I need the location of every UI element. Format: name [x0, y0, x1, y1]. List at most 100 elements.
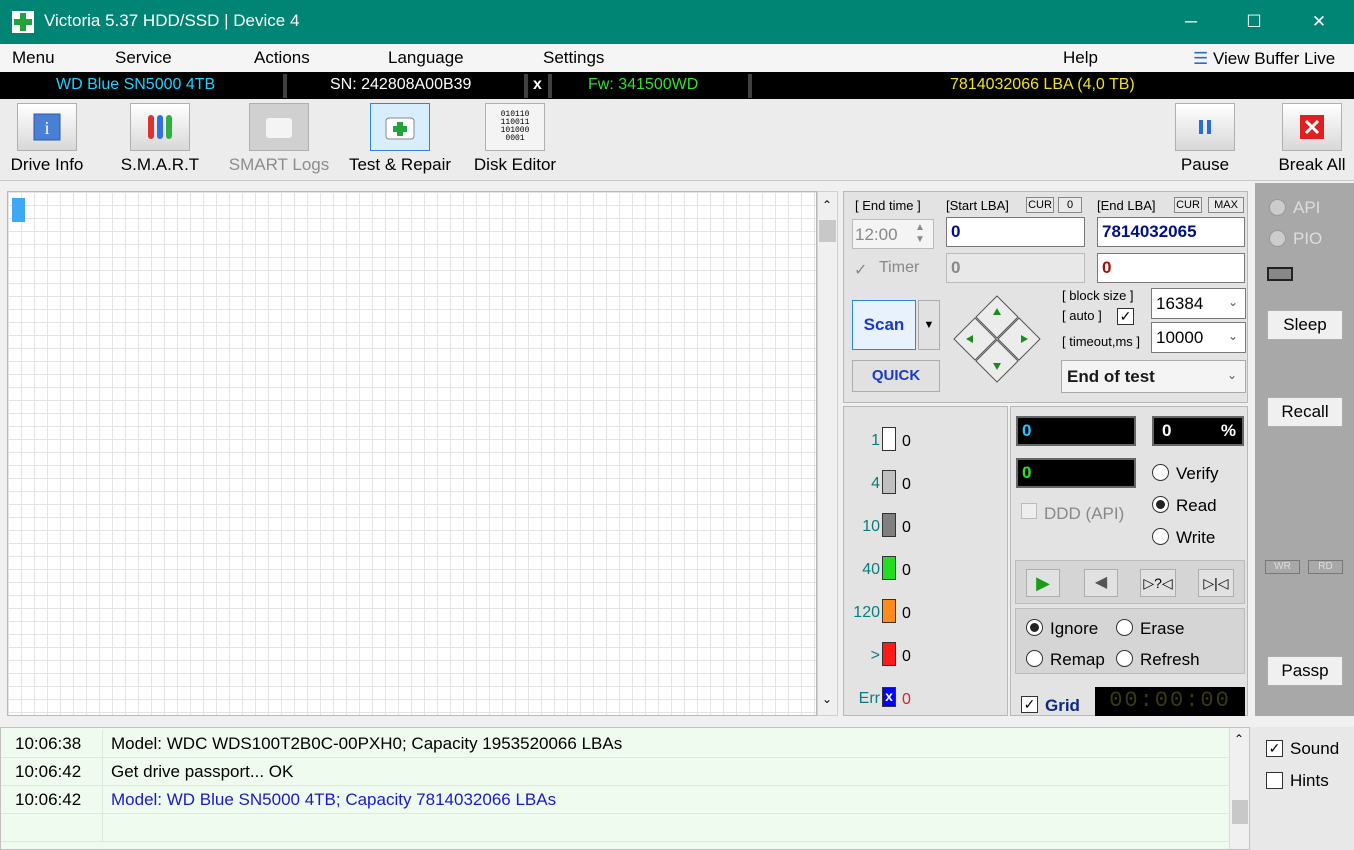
legend-panel: 1 0 4 0 10 0 40 0 120 0 >0 Err x 0: [843, 406, 1008, 716]
start-lba-input[interactable]: 0: [946, 217, 1085, 247]
end-of-test-select[interactable]: End of test ⌄: [1061, 360, 1246, 393]
smart-logs-label: SMART Logs: [228, 155, 330, 174]
lba-counter: 0: [1016, 416, 1136, 446]
pause-button[interactable]: Pause: [1172, 103, 1238, 179]
remap-radio[interactable]: [1026, 650, 1043, 672]
end-max-button[interactable]: MAX: [1208, 197, 1244, 213]
log-scrollbar[interactable]: ⌃: [1229, 728, 1249, 849]
play-button[interactable]: ▶: [1026, 569, 1060, 597]
radio-icon: [1152, 464, 1169, 481]
close-button[interactable]: ✕: [1296, 0, 1342, 44]
binary-icon: 010110 110011 101000 0001: [485, 103, 545, 151]
view-buffer-label: View Buffer Live: [1212, 49, 1336, 68]
timeout-select[interactable]: 10000 ⌄: [1151, 322, 1246, 353]
scan-button[interactable]: Scan: [852, 300, 916, 350]
spin-up-icon[interactable]: ▲: [915, 222, 925, 233]
butterfly-button[interactable]: ▷?◁: [1140, 569, 1176, 597]
percent-value: 0: [1162, 421, 1172, 440]
timer-checkbox[interactable]: ✓: [854, 260, 867, 280]
passp-button[interactable]: Passp: [1267, 656, 1343, 686]
timeout-value: 10000: [1156, 328, 1204, 347]
log-panel: 10:06:38 Model: WDC WDS100T2B0C-00PXH0; C…: [0, 727, 1250, 850]
log-time: 10:06:42: [15, 762, 82, 781]
log-time: 10:06:38: [15, 734, 82, 753]
disk-editor-label: Disk Editor: [473, 155, 557, 174]
radio-icon: [1116, 650, 1133, 667]
scroll-down-icon[interactable]: ⌄: [822, 692, 832, 706]
refresh-radio[interactable]: [1116, 650, 1133, 672]
auto-label: [ auto ]: [1062, 308, 1102, 323]
end-lba-secondary[interactable]: 0: [1097, 253, 1245, 283]
end-time-spinner[interactable]: 12:00 ▲ ▼: [852, 219, 934, 249]
disk-editor-button[interactable]: 010110 110011 101000 0001 Disk Editor: [472, 103, 558, 179]
view-buffer-button[interactable]: ☰ View Buffer Live: [1193, 49, 1335, 69]
start-zero-button[interactable]: 0: [1058, 197, 1082, 213]
menu-language[interactable]: Language: [388, 48, 464, 68]
separator: [748, 74, 752, 98]
scan-dropdown-button[interactable]: ▼: [918, 300, 940, 350]
grid-checkbox[interactable]: ✓: [1021, 696, 1038, 713]
scroll-up-icon[interactable]: ⌃: [1234, 732, 1244, 746]
reverse-button[interactable]: ◀: [1084, 569, 1118, 597]
menu-menu[interactable]: Menu: [12, 48, 55, 68]
drive-close-button[interactable]: x: [533, 76, 542, 96]
drive-serial: SN: 242808A00B39: [330, 76, 472, 93]
pio-radio[interactable]: [1269, 230, 1286, 252]
menu-settings[interactable]: Settings: [543, 48, 604, 68]
separator: [283, 74, 287, 98]
percent-display: 0 %: [1152, 416, 1244, 446]
radio-icon: [1152, 528, 1169, 545]
break-all-button[interactable]: Break All: [1274, 103, 1350, 179]
legend-row: 10: [850, 427, 1000, 455]
legend-swatch: [882, 556, 896, 580]
smart-logs-button[interactable]: SMART Logs: [228, 103, 330, 179]
legend-row: 120 0: [850, 599, 1000, 627]
end-lba-input[interactable]: 7814032065: [1097, 217, 1245, 247]
app-icon: [12, 11, 34, 33]
speed-counter: 0: [1016, 458, 1136, 488]
read-radio[interactable]: [1152, 496, 1169, 518]
quick-button[interactable]: QUICK: [852, 360, 940, 392]
legend-count: 0: [902, 519, 911, 536]
menu-actions[interactable]: Actions: [254, 48, 310, 68]
sleep-button[interactable]: Sleep: [1267, 310, 1343, 340]
map-scrollbar[interactable]: ⌃ ⌄: [817, 191, 838, 716]
log-message: Get drive passport... OK: [111, 762, 294, 781]
end-cur-button[interactable]: CUR: [1174, 197, 1202, 213]
menu-service[interactable]: Service: [115, 48, 172, 68]
scroll-thumb[interactable]: [819, 220, 836, 242]
legend-threshold: 120: [853, 604, 880, 621]
legend-row: Err x 0: [850, 685, 1000, 713]
scan-settings-panel: [ End time ] [Start LBA] CUR 0 [End LBA]…: [843, 191, 1248, 403]
ddd-checkbox[interactable]: [1021, 503, 1037, 519]
smart-button[interactable]: S.M.A.R.T: [118, 103, 202, 179]
legend-count: 0: [902, 691, 911, 708]
write-radio[interactable]: [1152, 528, 1169, 550]
block-size-select[interactable]: 16384 ⌄: [1151, 288, 1246, 319]
column-divider: [102, 730, 103, 758]
start-cur-button[interactable]: CUR: [1026, 197, 1054, 213]
recall-button[interactable]: Recall: [1267, 397, 1343, 427]
erase-radio[interactable]: [1116, 619, 1133, 641]
scroll-up-icon[interactable]: ⌃: [822, 198, 832, 212]
hints-checkbox[interactable]: [1266, 772, 1283, 789]
api-radio[interactable]: [1269, 199, 1286, 221]
drive-info-button[interactable]: i Drive Info: [8, 103, 86, 179]
menu-help[interactable]: Help: [1063, 48, 1098, 68]
title-bar: Victoria 5.37 HDD/SSD | Device 4 ─ ☐ ✕: [0, 0, 1354, 44]
auto-checkbox[interactable]: ✓: [1117, 308, 1134, 325]
column-divider: [102, 758, 103, 786]
radio-selected-icon: [1152, 496, 1169, 513]
spin-down-icon[interactable]: ▼: [915, 234, 925, 245]
log-time: 10:06:42: [15, 790, 82, 809]
to-end-button[interactable]: ▷|◁: [1198, 569, 1234, 597]
scroll-thumb[interactable]: [1232, 800, 1248, 824]
sound-checkbox[interactable]: ✓: [1266, 740, 1283, 757]
maximize-button[interactable]: ☐: [1231, 0, 1277, 44]
list-icon: ☰: [1193, 49, 1209, 68]
test-repair-button[interactable]: Test & Repair: [346, 103, 454, 179]
verify-radio[interactable]: [1152, 464, 1169, 486]
binary-line: 0001: [505, 134, 525, 143]
minimize-button[interactable]: ─: [1168, 0, 1214, 44]
ignore-radio[interactable]: [1026, 619, 1043, 641]
